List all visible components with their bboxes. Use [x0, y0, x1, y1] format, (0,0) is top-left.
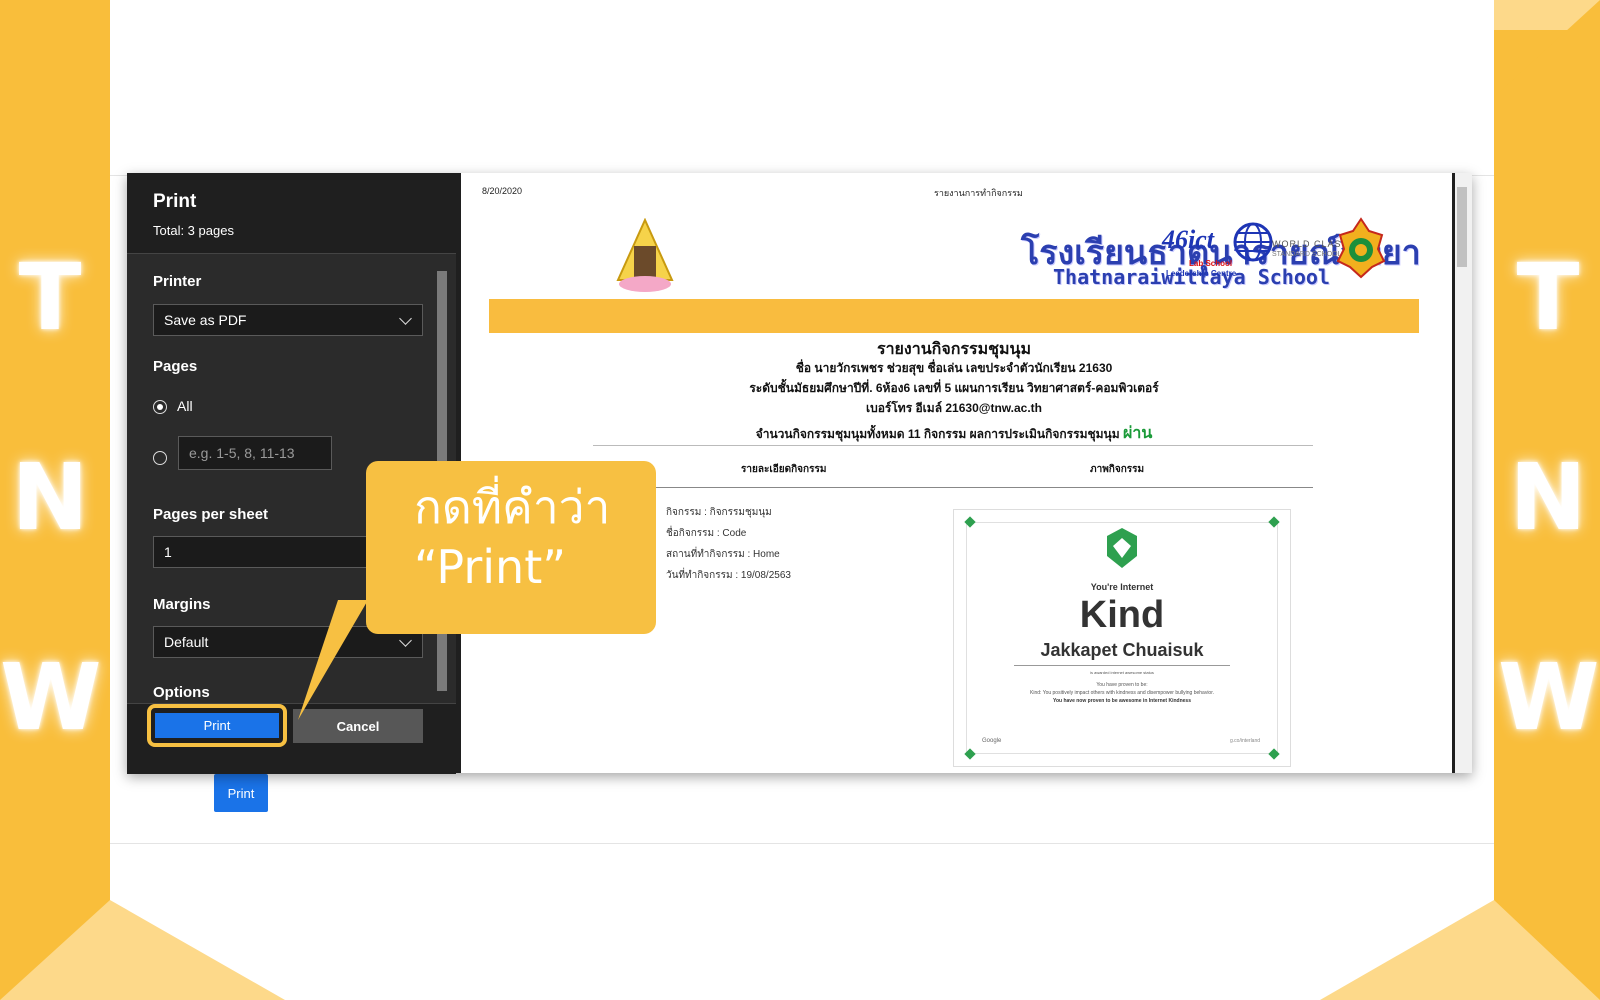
print-dialog-header: Print Total: 3 pages: [127, 173, 456, 254]
chevron-down-icon: [399, 312, 412, 325]
certificate-name: Jakkapet Chuaisuk: [1040, 640, 1204, 660]
activity-summary-text: จำนวนกิจกรรมชุมนุมทั้งหมด 11 กิจกรรม ผลก…: [755, 427, 1120, 441]
pages-all-radio[interactable]: [153, 400, 167, 414]
side-letter-left-n: N: [11, 444, 89, 551]
preview-header-title: รายงานการทำกิจกรรม: [934, 188, 1023, 198]
chevron-down-icon: [399, 634, 412, 647]
detail-activity: กิจกรรม : กิจกรรมชุมนุม: [666, 507, 772, 518]
student-contact-line: เบอร์โทร อีเมล์ 21630@tnw.ac.th: [865, 401, 1043, 415]
table-header-rule: [593, 487, 1313, 488]
printer-value: Save as PDF: [164, 312, 247, 328]
detail-date: วันที่ทำกิจกรรม : 19/08/2563: [666, 570, 791, 581]
side-letter-right-w: W: [1498, 644, 1600, 751]
callout-line-1: กดที่คำว่า: [414, 480, 611, 534]
side-letter-right-t: T: [1516, 244, 1580, 351]
side-letter-left-w: W: [0, 644, 102, 751]
side-letter-left-t: T: [18, 244, 82, 351]
activity-summary-line: จำนวนกิจกรรมชุมนุมทั้งหมด 11 กิจกรรม ผลก…: [489, 421, 1419, 446]
side-letter-right-n: N: [1509, 444, 1587, 551]
certificate-body2: Kind: You positively impact others with …: [1030, 690, 1214, 696]
header-orange-bar: [489, 299, 1419, 333]
pages-all-label: All: [177, 398, 193, 414]
column-detail-header: รายละเอียดกิจกรรม: [741, 464, 827, 475]
options-label: Options: [153, 684, 210, 701]
world-class-logo-sub: STANDARD SCHOOL: [1272, 251, 1342, 258]
certificate-eyebrow: You're Internet: [1090, 582, 1154, 592]
certificate-awarded: is awarded internet awesome status: [1090, 670, 1154, 675]
certificate-body1: You have proven to be:: [1096, 682, 1148, 688]
page-print-button[interactable]: Print: [214, 774, 268, 812]
google-logo: Google: [982, 738, 1002, 744]
printer-select[interactable]: Save as PDF: [153, 304, 423, 336]
pages-custom-radio[interactable]: [153, 451, 167, 465]
print-button[interactable]: Print: [155, 713, 279, 738]
student-class-line: ระดับชั้นมัธยมศึกษาปีที่. 6ห้อง6 เลขที่ …: [749, 381, 1159, 395]
pages-per-sheet-value: 1: [164, 544, 172, 560]
margins-label: Margins: [153, 596, 211, 613]
print-dialog-title: Print: [153, 191, 197, 212]
callout-pointer: [298, 600, 376, 720]
school-emblem-icon: [616, 218, 674, 292]
ict-logo-sub2: Leadership Centre: [1166, 269, 1237, 278]
certificate-name-rule: [1014, 665, 1230, 666]
student-name-line: ชื่อ นายวักรเพชร ช่วยสุข ชื่อเล่น เลขประ…: [795, 361, 1113, 375]
pages-label: Pages: [153, 358, 198, 375]
preview-date: 8/20/2020: [482, 186, 523, 196]
preview-scrollbar-thumb[interactable]: [1457, 187, 1467, 267]
pass-result: ผ่าน: [1123, 425, 1153, 442]
column-photo-header: ภาพกิจกรรม: [1090, 464, 1145, 475]
interland-url: g.co/interland: [1230, 738, 1261, 744]
detail-location: สถานที่ทำกิจกรรม : Home: [666, 549, 780, 560]
pages-per-sheet-label: Pages per sheet: [153, 506, 269, 523]
page-divider-bottom: [110, 843, 1494, 844]
certificate-body3: You have now proven to be awesome in Int…: [1053, 698, 1191, 704]
callout-text: กดที่คำว่า “Print”: [414, 478, 610, 598]
page-count: Total: 3 pages: [153, 223, 234, 238]
pages-custom-input[interactable]: e.g. 1-5, 8, 11-13: [178, 436, 332, 470]
detail-activity-name: ชื่อกิจกรรม : Code: [666, 528, 747, 539]
table-top-rule: [593, 445, 1313, 446]
certificate-headline: Kind: [1079, 594, 1165, 636]
margins-value: Default: [164, 634, 209, 650]
badge-icon: [1107, 528, 1137, 568]
certificate-image: You're Internet Kind Jakkapet Chuaisuk i…: [953, 509, 1291, 767]
printer-label: Printer: [153, 273, 202, 290]
globe-icon: [1233, 222, 1273, 262]
callout-line-2: “Print”: [414, 539, 567, 594]
ict-logo: 46ict: [1162, 225, 1214, 254]
ministry-seal-icon: [1336, 217, 1386, 279]
ict-logo-sub1: Lab School: [1189, 259, 1233, 268]
